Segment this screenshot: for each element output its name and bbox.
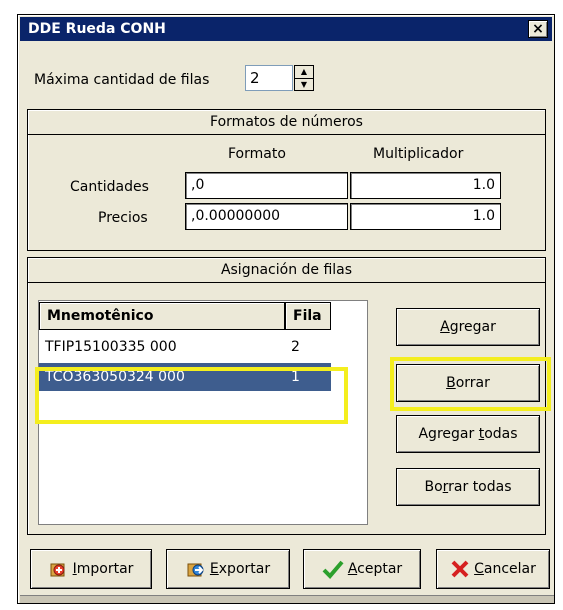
delete-all-button[interactable]: Borrar todas: [396, 468, 540, 506]
max-rows-spinner[interactable]: ▲ ▼: [294, 65, 314, 91]
x-icon: [451, 560, 469, 578]
column-mnemonic[interactable]: Mnemotênico: [39, 302, 285, 330]
bottom-scrollbar[interactable]: [20, 595, 554, 603]
dde-dialog: DDE Rueda CONH × Máxima cantidad de fila…: [17, 14, 555, 604]
prices-format-field[interactable]: ,0.00000000: [185, 203, 348, 230]
cancel-button[interactable]: Cancelar: [436, 549, 550, 589]
column-fila[interactable]: Fila: [285, 302, 331, 330]
assignment-list[interactable]: Mnemotênico Fila TFIP15100335 000 2 TCO3…: [38, 300, 368, 525]
max-rows-input[interactable]: 2: [245, 65, 293, 91]
number-formats-group: Formatos de números Formato Multiplicado…: [27, 109, 546, 251]
prices-label: Precios: [98, 210, 148, 226]
prices-multiplier-field[interactable]: 1.0: [350, 203, 501, 230]
close-button[interactable]: ×: [528, 20, 548, 38]
quantities-label: Cantidades: [70, 179, 149, 195]
export-button[interactable]: Exportar: [166, 549, 290, 589]
row-cell: 1: [285, 363, 331, 391]
window-title: DDE Rueda CONH: [28, 21, 166, 37]
spin-down-icon[interactable]: ▼: [295, 79, 313, 91]
close-icon: ×: [532, 21, 544, 37]
row-assignment-header: Asignación de filas: [28, 258, 545, 283]
row-cell: 2: [291, 339, 300, 355]
check-icon: [322, 560, 344, 579]
row-assignment-group: Asignación de filas Mnemotênico Fila TFI…: [27, 257, 546, 535]
max-rows-label: Máxima cantidad de filas: [34, 72, 210, 88]
mnemonic-cell: TFIP15100335 000: [45, 339, 177, 355]
quantities-format-field[interactable]: ,0: [185, 172, 348, 199]
import-icon: [50, 563, 65, 577]
multiplier-column-label: Multiplicador: [373, 146, 464, 162]
import-button[interactable]: Importar: [30, 549, 152, 589]
accept-button[interactable]: Aceptar: [303, 549, 421, 589]
number-formats-header: Formatos de números: [28, 110, 545, 135]
spin-up-icon[interactable]: ▲: [295, 66, 313, 79]
quantities-multiplier-field[interactable]: 1.0: [350, 172, 501, 199]
export-icon: [187, 563, 204, 577]
add-button[interactable]: Agregar: [396, 308, 540, 346]
add-all-button[interactable]: Agregar todas: [396, 415, 540, 453]
title-bar[interactable]: DDE Rueda CONH ×: [20, 17, 552, 41]
delete-button[interactable]: Borrar: [396, 364, 540, 402]
mnemonic-cell: TCO363050324 000: [39, 363, 285, 391]
format-column-label: Formato: [228, 146, 286, 162]
